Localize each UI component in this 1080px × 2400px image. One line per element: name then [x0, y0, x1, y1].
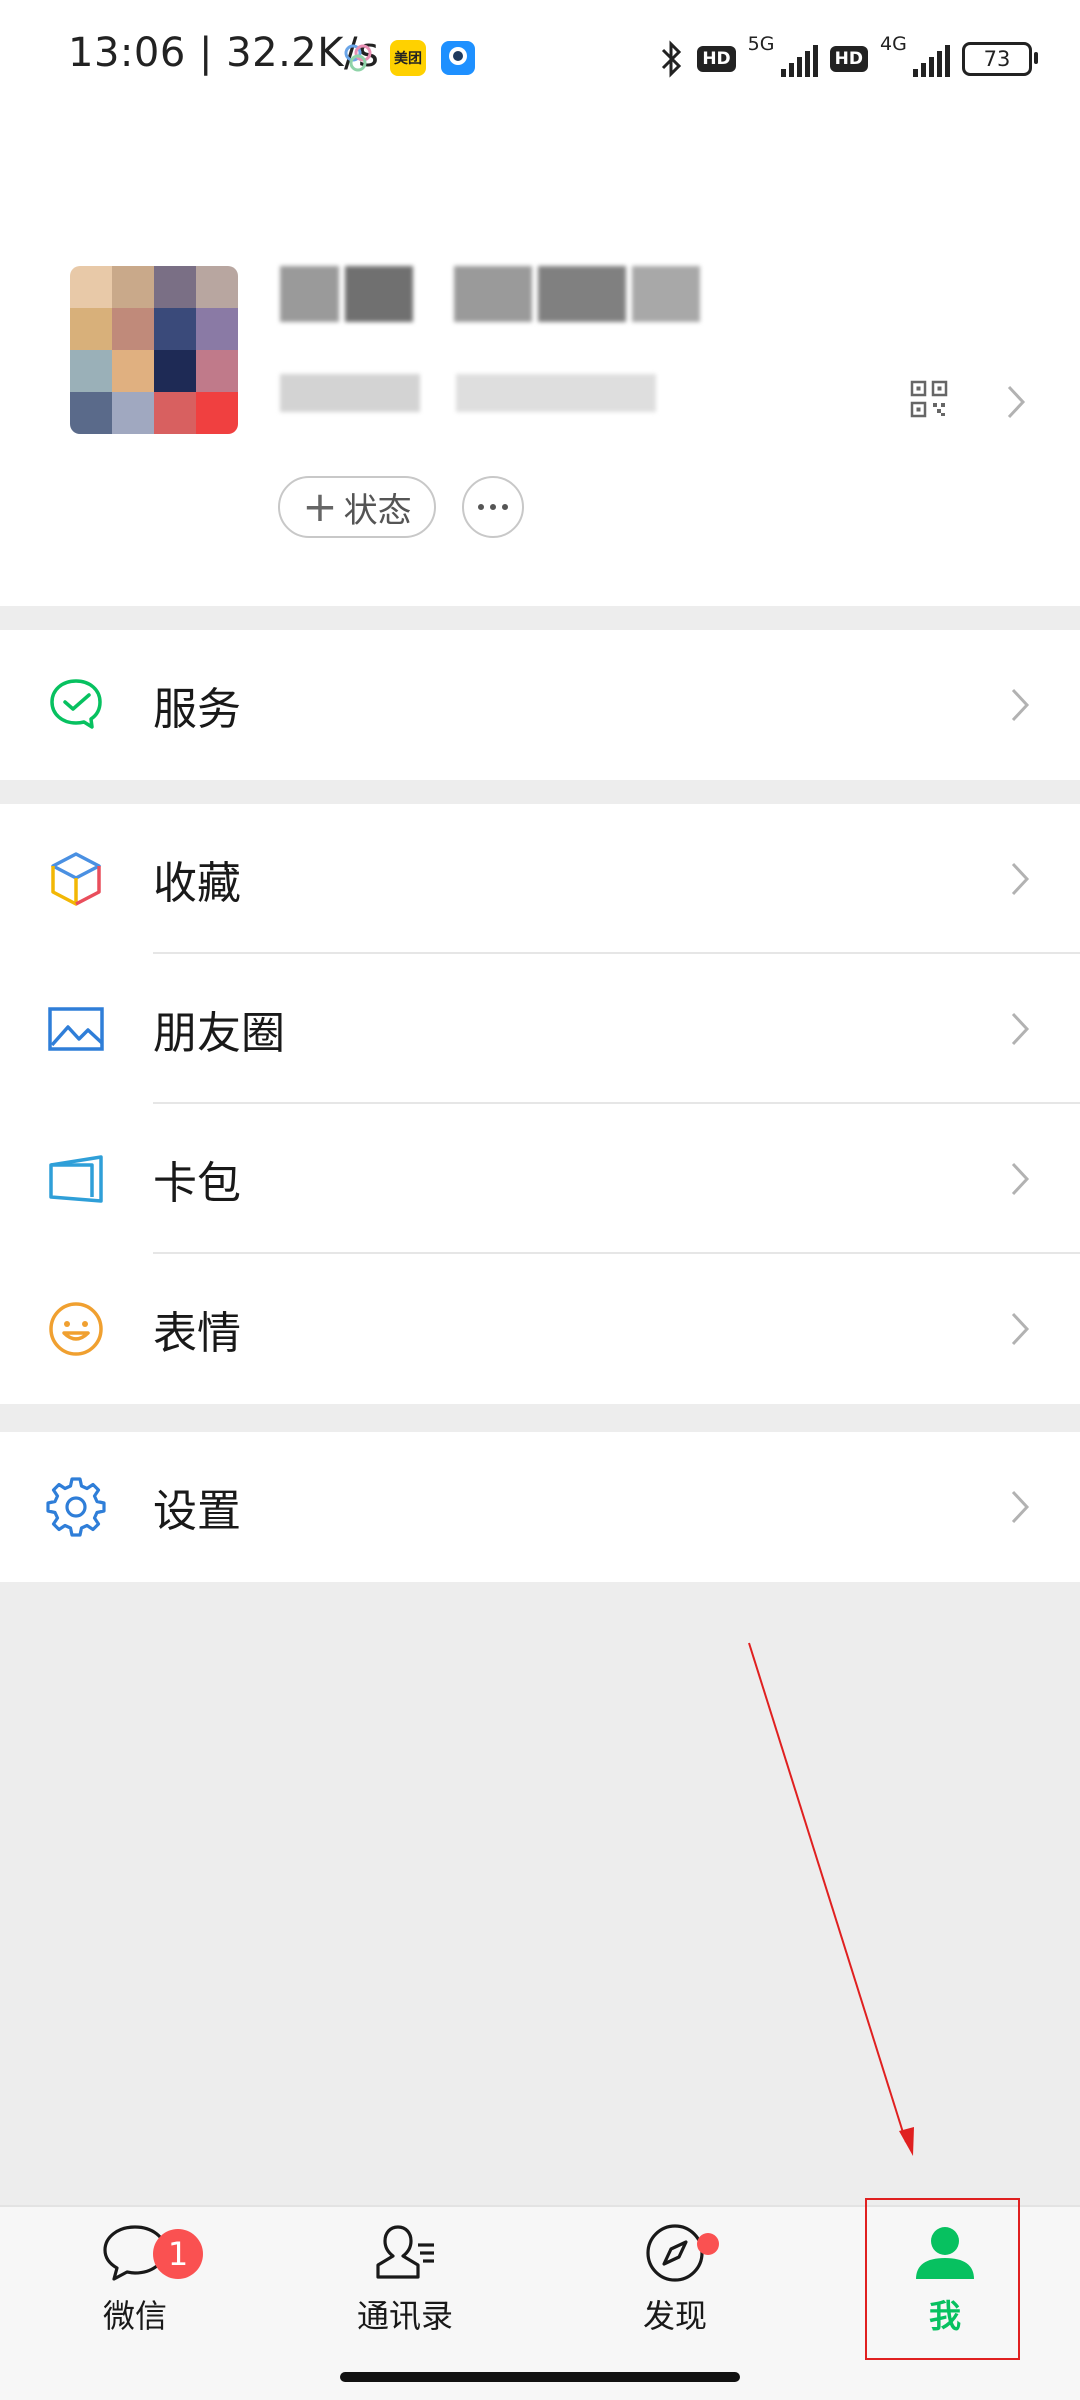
nickname-blurred [280, 266, 700, 322]
qr-code-icon[interactable] [910, 380, 948, 418]
services-label: 服务 [153, 684, 241, 735]
signal-bars-icon [913, 45, 950, 77]
plus-icon: + [302, 482, 338, 531]
cards-label: 卡包 [153, 1158, 241, 1209]
settings-gear-icon [46, 1477, 106, 1537]
compass-icon [646, 2224, 704, 2282]
hd-badge: HD [697, 46, 736, 72]
bluetooth-icon [662, 40, 682, 78]
status-button-label: 状态 [343, 490, 412, 531]
tab-chats-label: 微信 [102, 2297, 167, 2335]
bubbles-app-icon [344, 44, 372, 72]
status-right-group: HD 5G HD 4G 73 [657, 32, 1038, 86]
chevron-right-icon [1011, 1490, 1030, 1524]
more-button[interactable] [462, 476, 524, 538]
avatar[interactable] [70, 266, 238, 434]
battery-level: 73 [983, 47, 1011, 71]
menu-group-main: 收藏 朋友圈 卡包 表情 [0, 804, 1080, 1404]
wechat-id-blurred [280, 374, 660, 412]
new-content-dot [697, 2233, 719, 2255]
meituan-app-icon: 美团 [390, 40, 426, 76]
tab-contacts-label: 通讯录 [356, 2297, 453, 2335]
tab-contacts[interactable]: 通讯录 [305, 2221, 505, 2371]
add-status-button[interactable]: + 状态 [278, 476, 436, 538]
chevron-right-icon [1011, 1312, 1030, 1346]
status-bar: 13:06 | 32.2K/s 美团 HD 5G HD 4G 73 [0, 0, 1080, 118]
favorites-cube-icon [51, 852, 101, 906]
chevron-right-icon [1011, 1012, 1030, 1046]
dot-icon [502, 504, 508, 510]
robot-app-icon [441, 41, 475, 75]
menu-item-favorites[interactable]: 收藏 [0, 804, 1080, 954]
net-5g-label: 5G [747, 33, 775, 55]
tab-discover-label: 发现 [642, 2297, 707, 2335]
menu-group-services: 服务 [0, 630, 1080, 780]
smiley-face-icon [49, 1302, 103, 1356]
menu-item-stickers[interactable]: 表情 [0, 1254, 1080, 1404]
unread-badge: 1 [153, 2229, 203, 2279]
tab-chats[interactable]: 微信 1 [35, 2221, 235, 2371]
menu-item-cards[interactable]: 卡包 [0, 1104, 1080, 1254]
annotation-highlight-box [865, 2198, 1020, 2360]
menu-item-moments[interactable]: 朋友圈 [0, 954, 1080, 1104]
stickers-label: 表情 [153, 1308, 241, 1359]
contacts-icon [376, 2225, 434, 2279]
moments-label: 朋友圈 [153, 1008, 285, 1059]
net-4g-label: 4G [880, 33, 907, 55]
chevron-right-icon [1011, 862, 1030, 896]
services-icon [50, 679, 102, 729]
status-time-speed: 13:06 | 32.2K/s [68, 30, 380, 76]
dot-icon [478, 504, 484, 510]
signal-4g: 4G [880, 33, 950, 81]
home-indicator[interactable] [340, 2372, 740, 2382]
favorites-label: 收藏 [153, 858, 241, 909]
menu-item-settings[interactable]: 设置 [0, 1432, 1080, 1582]
battery-icon: 73 [962, 42, 1038, 76]
menu-item-services[interactable]: 服务 [0, 630, 1080, 780]
moments-photo-icon [48, 1007, 104, 1051]
hd-badge-2: HD [829, 46, 868, 72]
chevron-right-icon [1011, 1162, 1030, 1196]
chevron-right-icon [1011, 688, 1030, 722]
settings-label: 设置 [153, 1486, 241, 1537]
menu-group-settings: 设置 [0, 1432, 1080, 1582]
dot-icon [490, 504, 496, 510]
meituan-label: 美团 [394, 51, 422, 67]
profile-card[interactable] [0, 118, 1080, 606]
chevron-right-icon[interactable] [1006, 384, 1026, 420]
signal-5g: 5G [748, 33, 818, 81]
tab-discover[interactable]: 发现 [575, 2221, 775, 2371]
card-wallet-icon [49, 1155, 103, 1203]
signal-bars-icon [780, 45, 818, 77]
